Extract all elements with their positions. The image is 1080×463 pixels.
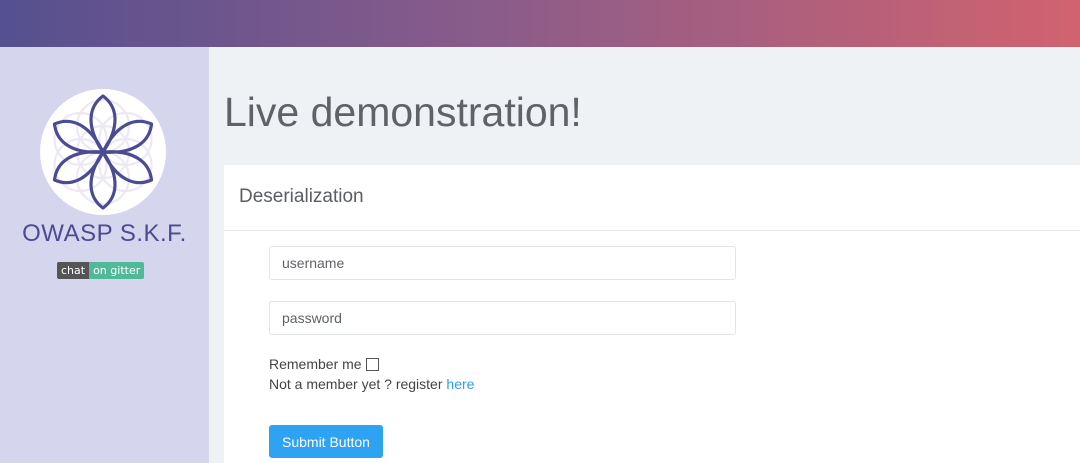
brand-name: OWASP S.K.F. bbox=[22, 220, 187, 247]
card-title: Deserialization bbox=[224, 165, 1080, 231]
remember-me-row: Remember me bbox=[269, 356, 379, 372]
remember-me-checkbox[interactable] bbox=[365, 357, 379, 371]
register-text: Not a member yet ? register bbox=[269, 376, 447, 392]
page-title: Live demonstration! bbox=[224, 89, 582, 135]
badge-label-chat: chat bbox=[57, 262, 90, 279]
sidebar: OWASP S.K.F. chat on gitter bbox=[0, 47, 209, 463]
main-content: Live demonstration! Deserialization Reme… bbox=[209, 47, 1080, 463]
login-card: Deserialization Remember me Not a member… bbox=[224, 165, 1080, 463]
badge-label-gitter: on gitter bbox=[89, 262, 145, 279]
flower-of-life-icon bbox=[40, 89, 166, 215]
password-input[interactable] bbox=[269, 301, 736, 335]
register-link[interactable]: here bbox=[446, 376, 474, 392]
username-input[interactable] bbox=[269, 246, 736, 280]
top-bar bbox=[0, 0, 1080, 47]
gitter-chat-badge[interactable]: chat on gitter bbox=[57, 262, 145, 279]
register-row: Not a member yet ? register here bbox=[269, 376, 474, 392]
submit-button[interactable]: Submit Button bbox=[269, 425, 383, 458]
remember-me-label: Remember me bbox=[269, 356, 362, 372]
